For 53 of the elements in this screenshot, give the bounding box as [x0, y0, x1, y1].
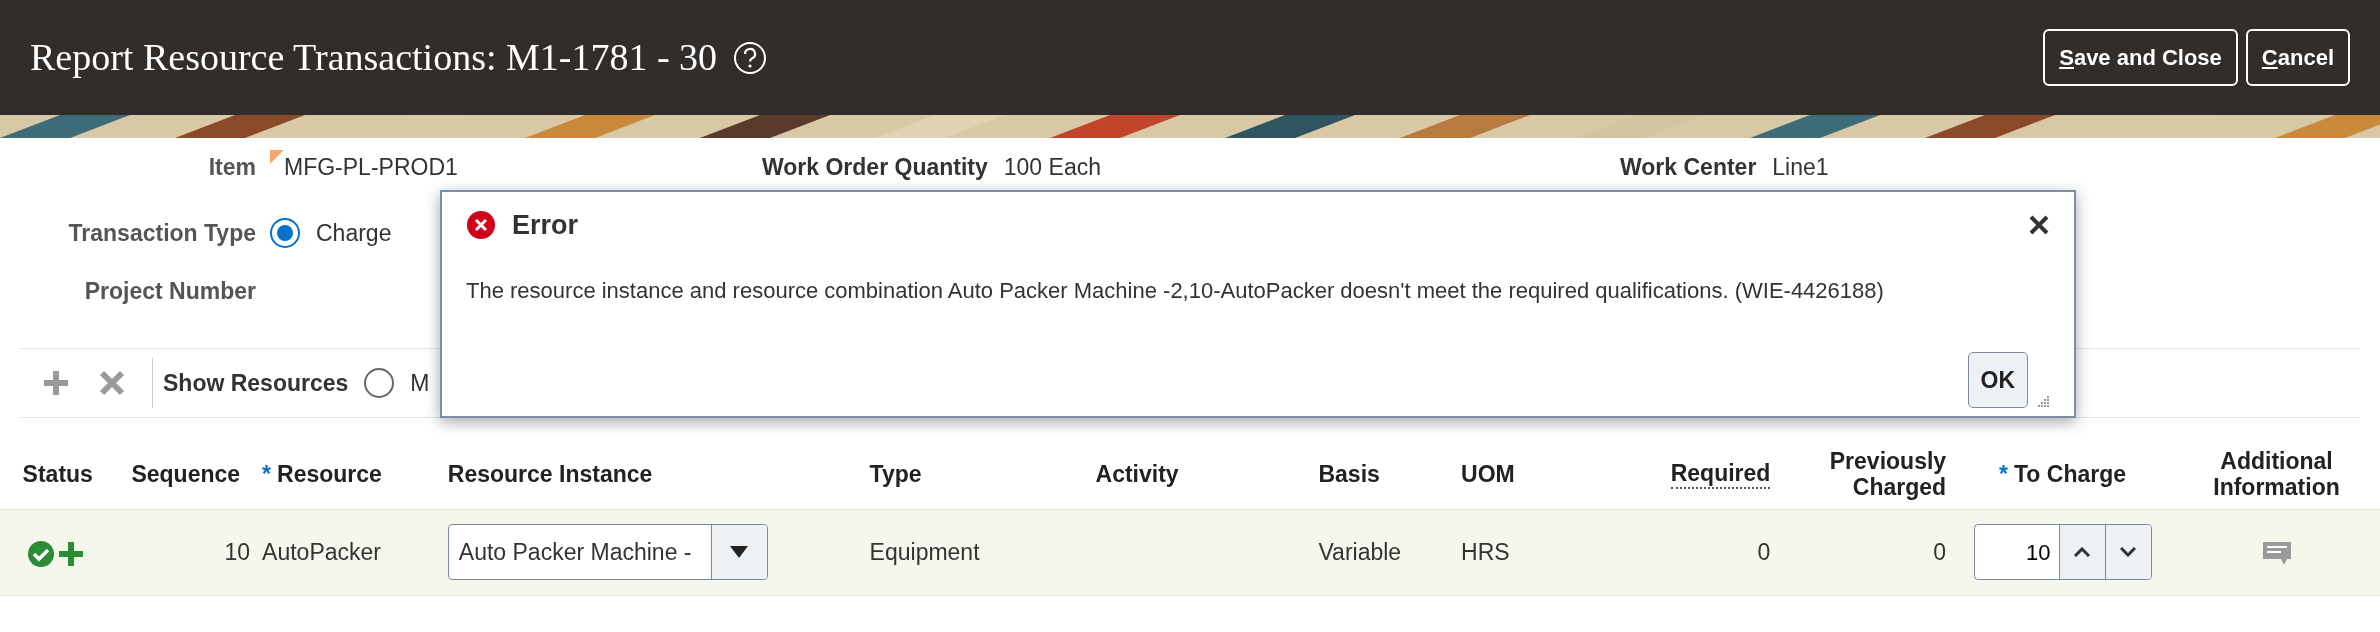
table-cell: Variable: [1318, 539, 1402, 566]
column-header[interactable]: Activity: [1095, 461, 1179, 488]
field-value: 100 Each: [1003, 152, 1101, 182]
radio-label: Charge: [316, 218, 392, 248]
decrement-button[interactable]: [2104, 525, 2151, 580]
column-header[interactable]: Additional Information: [2179, 448, 2374, 501]
table-row[interactable]: 10 AutoPacker Auto Packer Machine - Equipment Variable HRS 0 0 10: [0, 509, 2380, 596]
table-cell: AutoPacker: [262, 539, 381, 566]
table-cell: 0: [1933, 539, 1947, 566]
radio-button[interactable]: [270, 218, 300, 248]
help-icon[interactable]: [733, 40, 768, 75]
field-label: Show Resources: [163, 368, 349, 398]
error-message: The resource instance and resource combination Auto Packer Machine -2,10-AutoPacker doesn't meet the required qualifications. (WIE-4426188): [466, 277, 1885, 305]
column-header[interactable]: Resource Instance: [447, 461, 653, 488]
field-label: Work Order Quantity: [762, 152, 988, 182]
table-cell: 10: [224, 539, 251, 566]
column-header[interactable]: To Charge: [2014, 461, 2127, 488]
field-value: MFG-PL-PROD1: [284, 152, 458, 182]
table-cell: 0: [1757, 539, 1771, 566]
table-cell: HRS: [1461, 539, 1510, 566]
column-header[interactable]: Resource: [277, 461, 382, 488]
column-header[interactable]: Required: [1670, 460, 1771, 489]
field-label: Project Number: [83, 276, 257, 306]
column-header[interactable]: Sequence: [131, 461, 241, 488]
column-header[interactable]: Status: [22, 461, 93, 488]
chevron-up-icon: [2074, 547, 2091, 558]
radio-label: M: [410, 368, 430, 398]
close-icon[interactable]: [2028, 214, 2050, 236]
field-label: Work Center: [1620, 152, 1757, 182]
column-header[interactable]: Type: [869, 461, 922, 488]
table-cell: Equipment: [869, 539, 980, 566]
quantity-stepper[interactable]: 10: [1973, 524, 2152, 581]
required-mark: *: [1999, 461, 2009, 488]
flag-icon: [270, 149, 284, 164]
page-title: Report Resource Transactions: M1-1781 - 30: [30, 35, 718, 80]
radio-button[interactable]: [364, 368, 395, 398]
cancel-button[interactable]: Cancel: [2245, 29, 2350, 86]
increment-button[interactable]: [2058, 525, 2105, 580]
field-label: Transaction Type: [67, 218, 257, 248]
column-header[interactable]: UOM: [1461, 461, 1515, 488]
save-and-close-button[interactable]: Save and Close: [2043, 29, 2238, 86]
resize-grip-icon[interactable]: [2036, 394, 2050, 408]
column-header[interactable]: Previously Charged: [1782, 448, 1947, 501]
ok-button[interactable]: OK: [1967, 351, 2028, 408]
required-mark: *: [262, 461, 271, 488]
field-value: Line1: [1772, 152, 1829, 182]
field-label: Item: [207, 152, 257, 182]
error-icon: [466, 210, 496, 240]
dialog-title: Error: [512, 208, 579, 242]
resource-instance-dropdown[interactable]: Auto Packer Machine -: [447, 524, 768, 581]
chevron-down-icon: [2120, 547, 2137, 558]
column-header[interactable]: Basis: [1318, 461, 1380, 488]
caret-icon: [730, 546, 749, 559]
